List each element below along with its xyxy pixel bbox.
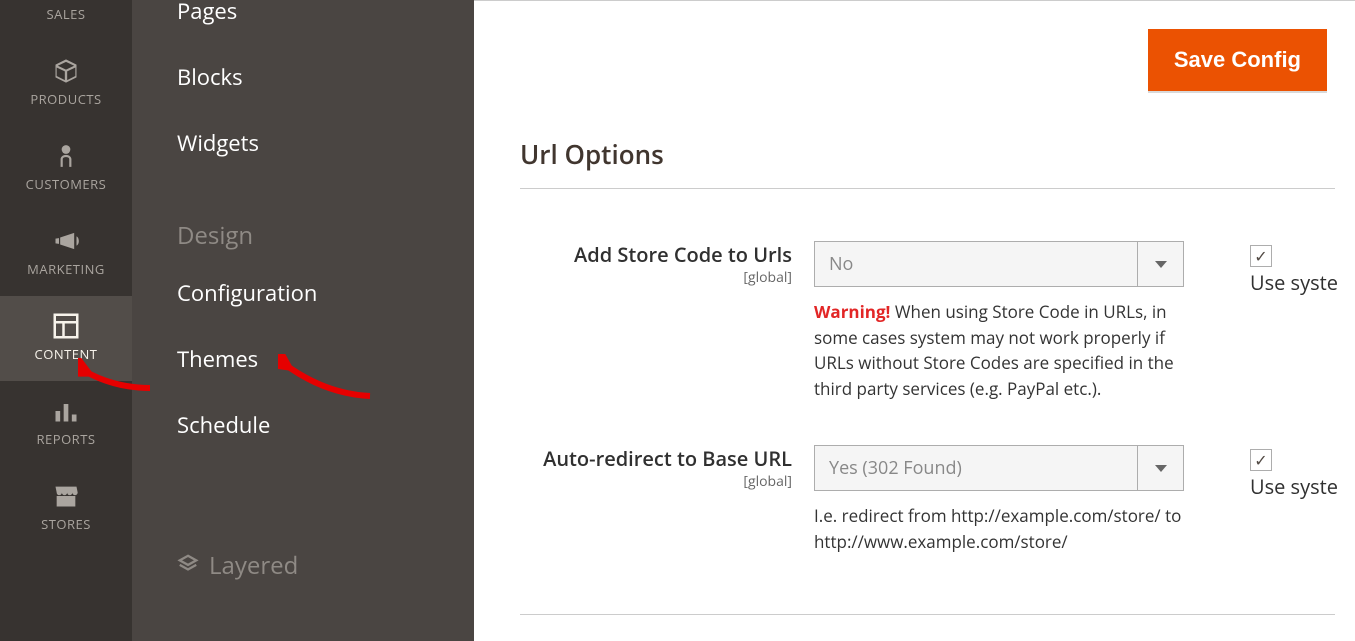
warning-label: Warning!: [814, 300, 890, 323]
chevron-down-icon: [1137, 242, 1183, 286]
main-content: Save Config Url Options Add Store Code t…: [474, 0, 1355, 641]
layout-icon: [51, 311, 81, 341]
rail-item-reports[interactable]: REPORTS: [0, 381, 132, 466]
select-value: Yes (302 Found): [829, 456, 962, 480]
rail-item-label: REPORTS: [37, 430, 96, 448]
submenu-group-label: Layered: [209, 554, 298, 578]
submenu-item-themes[interactable]: Themes: [177, 326, 474, 392]
rail-item-products[interactable]: PRODUCTS: [0, 41, 132, 126]
submenu-group-design: Design: [177, 176, 474, 278]
submenu-item-schedule[interactable]: Schedule: [177, 392, 474, 458]
hash-icon: [177, 553, 199, 579]
checkbox-icon: [1250, 449, 1272, 471]
field-label-auto-redirect: Auto-redirect to Base URL: [492, 445, 792, 472]
rail-item-label: STORES: [41, 515, 91, 533]
chevron-down-icon: [1137, 446, 1183, 490]
content-submenu: Pages Blocks Widgets Design Configuratio…: [132, 0, 474, 641]
rail-item-customers[interactable]: CUSTOMERS: [0, 126, 132, 211]
submenu-group-layered: Layered: [177, 458, 474, 609]
field-warning-note: Warning! When using Store Code in URLs, …: [814, 287, 1184, 401]
bar-chart-icon: [51, 396, 81, 426]
rail-item-label: MARKETING: [27, 260, 105, 278]
field-label-store-code: Add Store Code to Urls: [492, 241, 792, 268]
rail-item-marketing[interactable]: MARKETING: [0, 211, 132, 296]
person-icon: [51, 141, 81, 171]
svg-text:$: $: [57, 0, 74, 1]
use-system-label: Use syste: [1250, 471, 1338, 500]
dollar-icon: $: [51, 0, 81, 1]
rail-item-sales[interactable]: $ SALES: [0, 0, 132, 41]
rail-item-label: PRODUCTS: [30, 90, 101, 108]
auto-redirect-select[interactable]: Yes (302 Found): [814, 445, 1184, 491]
rail-item-label: CUSTOMERS: [26, 175, 107, 193]
save-config-button[interactable]: Save Config: [1148, 29, 1327, 91]
use-system-value-checkbox[interactable]: [1250, 245, 1338, 267]
storefront-icon: [51, 481, 81, 511]
megaphone-icon: [51, 226, 81, 256]
use-system-label: Use syste: [1250, 267, 1338, 296]
rail-item-stores[interactable]: STORES: [0, 466, 132, 551]
submenu-item-configuration[interactable]: Configuration: [177, 278, 474, 326]
store-code-select[interactable]: No: [814, 241, 1184, 287]
submenu-item-widgets[interactable]: Widgets: [177, 110, 474, 176]
field-scope: [global]: [492, 268, 792, 287]
field-scope: [global]: [492, 472, 792, 491]
box-icon: [51, 56, 81, 86]
checkbox-icon: [1250, 245, 1272, 267]
submenu-item-blocks[interactable]: Blocks: [177, 44, 474, 110]
rail-item-label: SALES: [47, 5, 86, 23]
submenu-item-pages[interactable]: Pages: [177, 0, 474, 44]
field-note: I.e. redirect from http://example.com/st…: [814, 491, 1184, 554]
use-system-value-checkbox[interactable]: [1250, 449, 1338, 471]
rail-item-content[interactable]: CONTENT: [0, 296, 132, 381]
rail-item-label: CONTENT: [35, 345, 98, 363]
admin-side-rail: $ SALES PRODUCTS CUSTOMERS MARKETING CON…: [0, 0, 132, 641]
section-title: Url Options: [520, 136, 1355, 182]
select-value: No: [829, 252, 853, 276]
